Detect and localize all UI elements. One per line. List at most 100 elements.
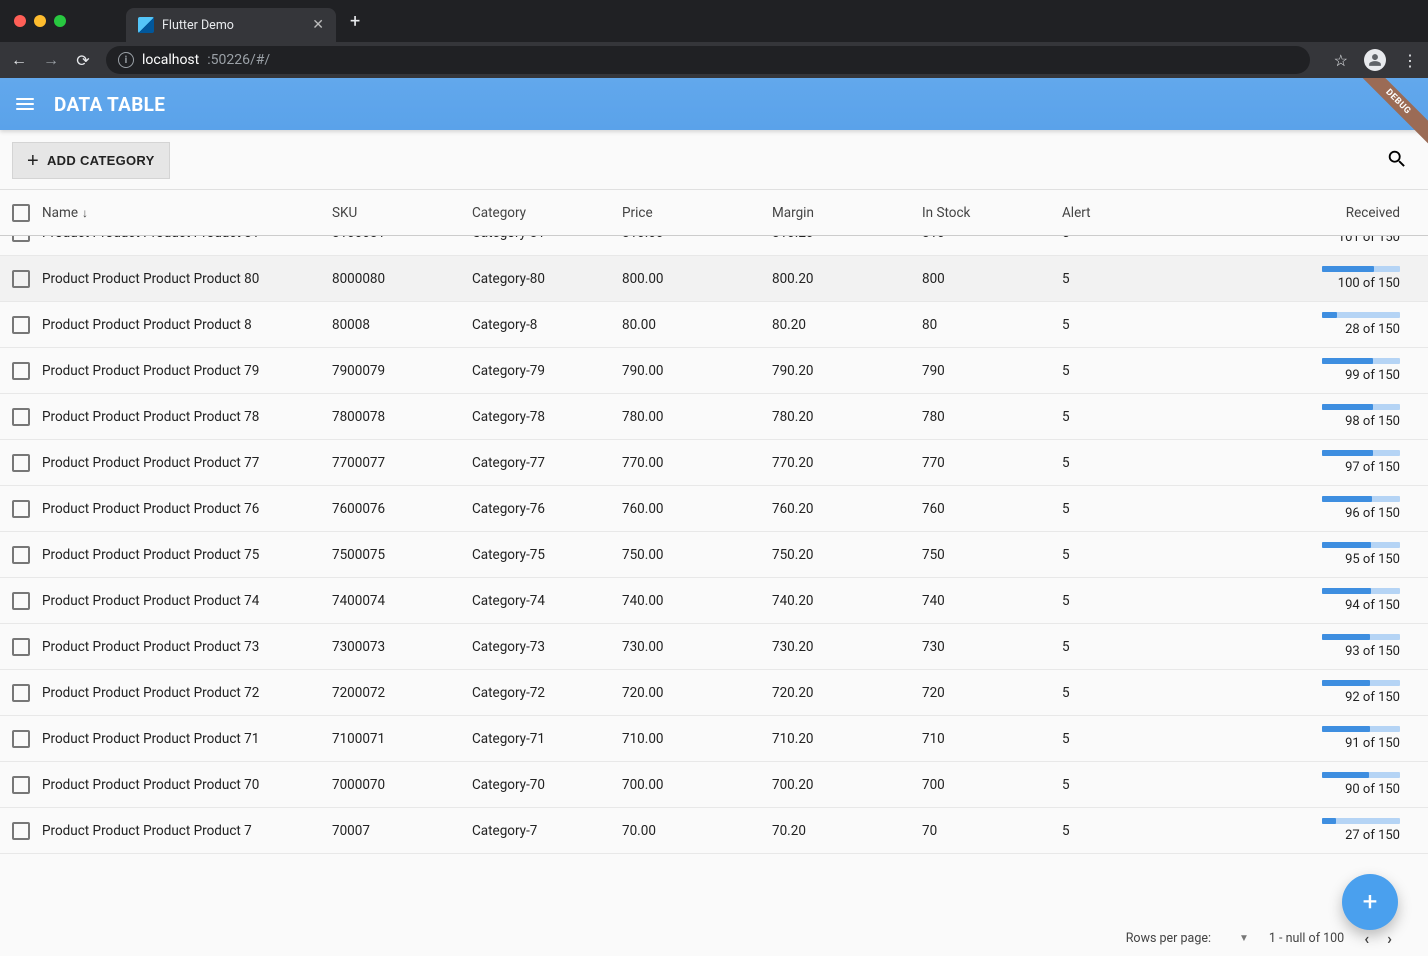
page-prev-button[interactable]: ‹ bbox=[1364, 929, 1369, 948]
cell-received: 28 of 150 bbox=[1172, 312, 1428, 337]
cell-alert: 5 bbox=[1062, 547, 1172, 563]
row-checkbox[interactable] bbox=[12, 638, 30, 656]
table-row[interactable]: Product Product Product Product 72720007… bbox=[0, 670, 1428, 716]
row-checkbox[interactable] bbox=[12, 362, 30, 380]
row-checkbox[interactable] bbox=[12, 822, 30, 840]
column-header-margin[interactable]: Margin bbox=[772, 205, 922, 221]
row-checkbox[interactable] bbox=[12, 592, 30, 610]
cell-instock: 80 bbox=[922, 317, 1062, 333]
cell-sku: 7100071 bbox=[332, 731, 472, 747]
table-row[interactable]: Product Product Product Product 80800008… bbox=[0, 256, 1428, 302]
row-checkbox[interactable] bbox=[12, 270, 30, 288]
tab-close-icon[interactable]: ✕ bbox=[312, 17, 324, 33]
cell-alert: 5 bbox=[1062, 271, 1172, 287]
table-row[interactable]: Product Product Product Product 78780007… bbox=[0, 394, 1428, 440]
row-checkbox[interactable] bbox=[12, 546, 30, 564]
column-header-alert[interactable]: Alert bbox=[1062, 205, 1172, 221]
table-row[interactable]: Product Product Product Product 75750007… bbox=[0, 532, 1428, 578]
cell-category: Category-7 bbox=[472, 823, 622, 839]
cell-margin: 70.20 bbox=[772, 823, 922, 839]
cell-sku: 8000080 bbox=[332, 271, 472, 287]
cell-margin: 760.20 bbox=[772, 501, 922, 517]
table-row[interactable]: Product Product Product Product 71710007… bbox=[0, 716, 1428, 762]
cell-sku: 7600076 bbox=[332, 501, 472, 517]
rows-per-page-dropdown[interactable]: ▼ bbox=[1239, 933, 1249, 944]
address-bar[interactable]: i localhost:50226/#/ bbox=[106, 46, 1310, 74]
column-header-category[interactable]: Category bbox=[472, 205, 622, 221]
column-header-price[interactable]: Price bbox=[622, 205, 772, 221]
browser-toolbar: ← → ⟳ i localhost:50226/#/ ☆ ⋮ bbox=[0, 42, 1428, 78]
received-text: 92 of 150 bbox=[1172, 690, 1400, 705]
received-text: 99 of 150 bbox=[1172, 368, 1400, 383]
cell-instock: 730 bbox=[922, 639, 1062, 655]
received-text: 98 of 150 bbox=[1172, 414, 1400, 429]
cell-name: Product Product Product Product 72 bbox=[42, 685, 332, 701]
received-text: 97 of 150 bbox=[1172, 460, 1400, 475]
add-category-button[interactable]: + ADD CATEGORY bbox=[12, 142, 170, 179]
cell-instock: 740 bbox=[922, 593, 1062, 609]
row-checkbox[interactable] bbox=[12, 500, 30, 518]
column-header-received[interactable]: Received bbox=[1172, 205, 1428, 221]
row-checkbox[interactable] bbox=[12, 730, 30, 748]
select-all-checkbox[interactable] bbox=[12, 204, 30, 222]
site-info-icon[interactable]: i bbox=[118, 52, 134, 68]
window-minimize-icon[interactable] bbox=[34, 15, 46, 27]
cell-margin: 740.20 bbox=[772, 593, 922, 609]
received-progress bbox=[1322, 680, 1400, 686]
page-next-button[interactable]: › bbox=[1387, 929, 1392, 948]
table-row[interactable]: Product Product Product Product 74740007… bbox=[0, 578, 1428, 624]
browser-menu-icon[interactable]: ⋮ bbox=[1402, 51, 1418, 70]
table-row[interactable]: Product Product Product Product 77770007… bbox=[0, 440, 1428, 486]
received-progress bbox=[1322, 266, 1400, 272]
page-toolbar: + ADD CATEGORY bbox=[0, 130, 1428, 189]
nav-reload-button[interactable]: ⟳ bbox=[74, 51, 92, 70]
table-row[interactable]: Product Product Product Product 880008Ca… bbox=[0, 302, 1428, 348]
cell-price: 760.00 bbox=[622, 501, 772, 517]
browser-tab[interactable]: Flutter Demo ✕ bbox=[126, 8, 336, 42]
cell-instock: 750 bbox=[922, 547, 1062, 563]
cell-sku: 7400074 bbox=[332, 593, 472, 609]
profile-avatar-icon[interactable] bbox=[1364, 49, 1386, 71]
cell-instock: 70 bbox=[922, 823, 1062, 839]
cell-name: Product Product Product Product 77 bbox=[42, 455, 332, 471]
url-path: :50226/#/ bbox=[207, 52, 270, 68]
table-row[interactable]: Product Product Product Product 76760007… bbox=[0, 486, 1428, 532]
column-header-name[interactable]: Name ↓ bbox=[42, 205, 332, 221]
received-text: 93 of 150 bbox=[1172, 644, 1400, 659]
row-checkbox[interactable] bbox=[12, 684, 30, 702]
fab-add-button[interactable]: + bbox=[1342, 874, 1398, 930]
cell-sku: 7800078 bbox=[332, 409, 472, 425]
table-row[interactable]: Product Product Product Product 73730007… bbox=[0, 624, 1428, 670]
cell-category: Category-8 bbox=[472, 317, 622, 333]
window-zoom-icon[interactable] bbox=[54, 15, 66, 27]
search-button[interactable] bbox=[1386, 148, 1408, 174]
app-title: DATA TABLE bbox=[54, 93, 165, 116]
nav-back-button[interactable]: ← bbox=[10, 50, 28, 70]
nav-forward-button[interactable]: → bbox=[42, 50, 60, 70]
table-row[interactable]: Product Product Product Product 770007Ca… bbox=[0, 808, 1428, 854]
cell-category: Category-75 bbox=[472, 547, 622, 563]
cell-category: Category-72 bbox=[472, 685, 622, 701]
row-checkbox[interactable] bbox=[12, 776, 30, 794]
new-tab-button[interactable]: + bbox=[350, 11, 360, 32]
table-row[interactable]: Product Product Product Product 79790007… bbox=[0, 348, 1428, 394]
column-header-sku[interactable]: SKU bbox=[332, 205, 472, 221]
row-checkbox[interactable] bbox=[12, 408, 30, 426]
cell-instock: 770 bbox=[922, 455, 1062, 471]
cell-sku: 7700077 bbox=[332, 455, 472, 471]
cell-category: Category-79 bbox=[472, 363, 622, 379]
cell-price: 720.00 bbox=[622, 685, 772, 701]
row-checkbox[interactable] bbox=[12, 316, 30, 334]
cell-category: Category-74 bbox=[472, 593, 622, 609]
cell-received: 95 of 150 bbox=[1172, 542, 1428, 567]
cell-received: 27 of 150 bbox=[1172, 818, 1428, 843]
bookmark-icon[interactable]: ☆ bbox=[1334, 51, 1348, 70]
window-close-icon[interactable] bbox=[14, 15, 26, 27]
column-header-instock[interactable]: In Stock bbox=[922, 205, 1062, 221]
cell-instock: 720 bbox=[922, 685, 1062, 701]
row-checkbox[interactable] bbox=[12, 454, 30, 472]
table-row[interactable]: Product Product Product Product 70700007… bbox=[0, 762, 1428, 808]
menu-button[interactable] bbox=[16, 98, 34, 110]
table-row[interactable]: Product Product Product Product 81810008… bbox=[0, 236, 1428, 256]
row-checkbox[interactable] bbox=[12, 236, 30, 242]
